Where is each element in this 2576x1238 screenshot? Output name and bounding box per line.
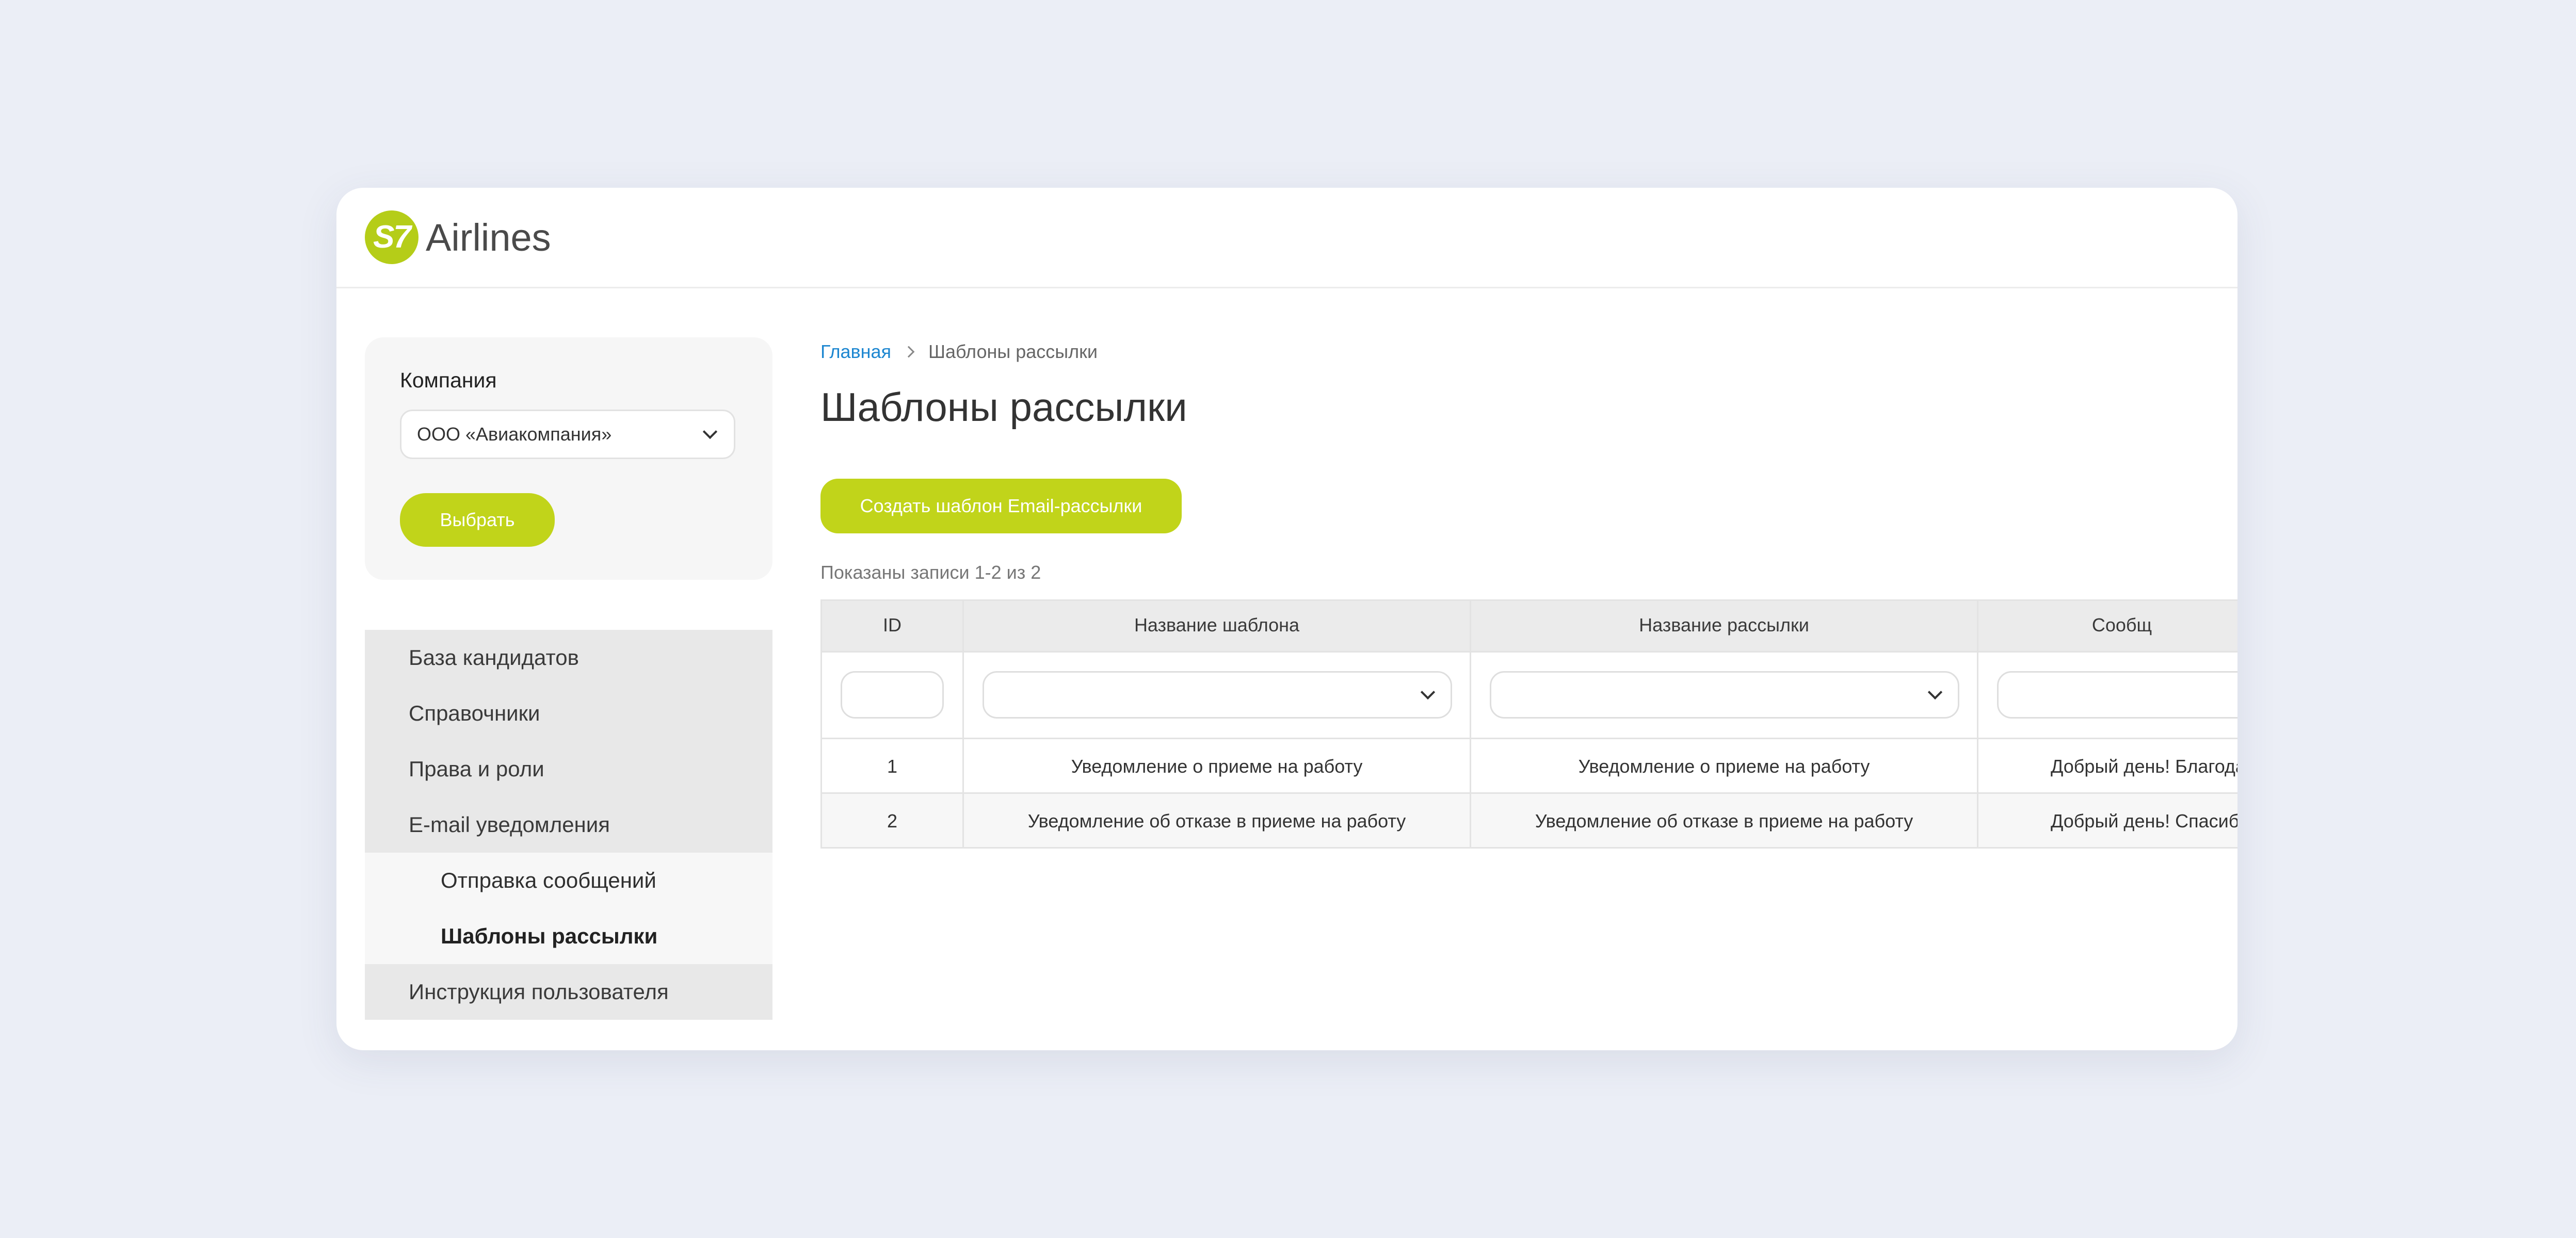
sidebar-item-roles[interactable]: Права и роли [365,741,772,797]
sidebar-item-user-guide[interactable]: Инструкция пользователя [365,964,772,1020]
table-header-row: ID Название шаблона Название рассылки Со… [822,601,2237,653]
create-email-template-button[interactable]: Создать шаблон Email-рассылки [820,479,1182,533]
sidebar-item-send-messages[interactable]: Отправка сообщений [365,853,772,908]
choose-button[interactable]: Выбрать [400,493,555,547]
sidebar-item-email-notifications[interactable]: E-mail уведомления [365,797,772,853]
company-select[interactable]: ООО «Авиакомпания» [400,410,735,459]
column-header-template-name[interactable]: Название шаблона [964,601,1471,653]
top-bar: S7 Airlines [336,188,2237,288]
app-window: S7 Airlines Компания ООО «Авиакомпания» … [336,188,2237,1050]
chevron-down-icon [1927,685,1943,700]
page-title: Шаблоны рассылки [820,384,1187,430]
templates-table: ID Название шаблона Название рассылки Со… [820,599,2237,849]
cell-mailing-name: Уведомление об отказе в приеме на работу [1471,794,1978,849]
records-info: Показаны записи 1-2 из 2 [820,562,1041,583]
column-header-message[interactable]: Сообщ [1978,601,2237,653]
table-filter-row [822,653,2237,739]
breadcrumb-current: Шаблоны рассылки [928,341,1098,362]
cell-id: 2 [822,794,964,849]
sidebar-item-directories[interactable]: Справочники [365,686,772,741]
table-row[interactable]: 1 Уведомление о приеме на работу Уведомл… [822,739,2237,794]
logo-mark-text: S7 [373,219,411,255]
filter-mailing-name-select[interactable] [1490,671,1959,719]
chevron-down-icon [702,424,718,439]
s7-logo-icon[interactable]: S7 [365,210,418,264]
cell-template-name: Уведомление о приеме на работу [964,739,1471,794]
chevron-right-icon [903,346,915,358]
chevron-down-icon [1420,685,1436,700]
column-header-mailing-name[interactable]: Название рассылки [1471,601,1978,653]
table-row[interactable]: 2 Уведомление об отказе в приеме на рабо… [822,794,2237,849]
logo-text[interactable]: Airlines [426,215,551,261]
cell-mailing-name: Уведомление о приеме на работу [1471,739,1978,794]
filter-cell-mailing-name [1471,653,1978,739]
cell-message: Добрый день! Благода [1978,739,2237,794]
filter-template-name-select[interactable] [983,671,1452,719]
company-selector-card: Компания ООО «Авиакомпания» Выбрать [365,337,772,580]
breadcrumb: Главная Шаблоны рассылки [820,336,1098,367]
cell-id: 1 [822,739,964,794]
sidebar-item-candidates[interactable]: База кандидатов [365,630,772,686]
filter-cell-template-name [964,653,1471,739]
sidebar-nav: База кандидатов Справочники Права и роли… [365,630,772,1020]
cell-message: Добрый день! Спасиб [1978,794,2237,849]
company-select-value: ООО «Авиакомпания» [417,423,612,445]
filter-cell-message [1978,653,2237,739]
filter-message-input[interactable] [1997,671,2237,719]
company-label: Компания [400,368,497,392]
filter-id-input[interactable] [841,671,944,719]
filter-cell-id [822,653,964,739]
breadcrumb-home-link[interactable]: Главная [820,341,891,362]
sidebar-item-mailing-templates[interactable]: Шаблоны рассылки [365,908,772,964]
column-header-id[interactable]: ID [822,601,964,653]
cell-template-name: Уведомление об отказе в приеме на работу [964,794,1471,849]
